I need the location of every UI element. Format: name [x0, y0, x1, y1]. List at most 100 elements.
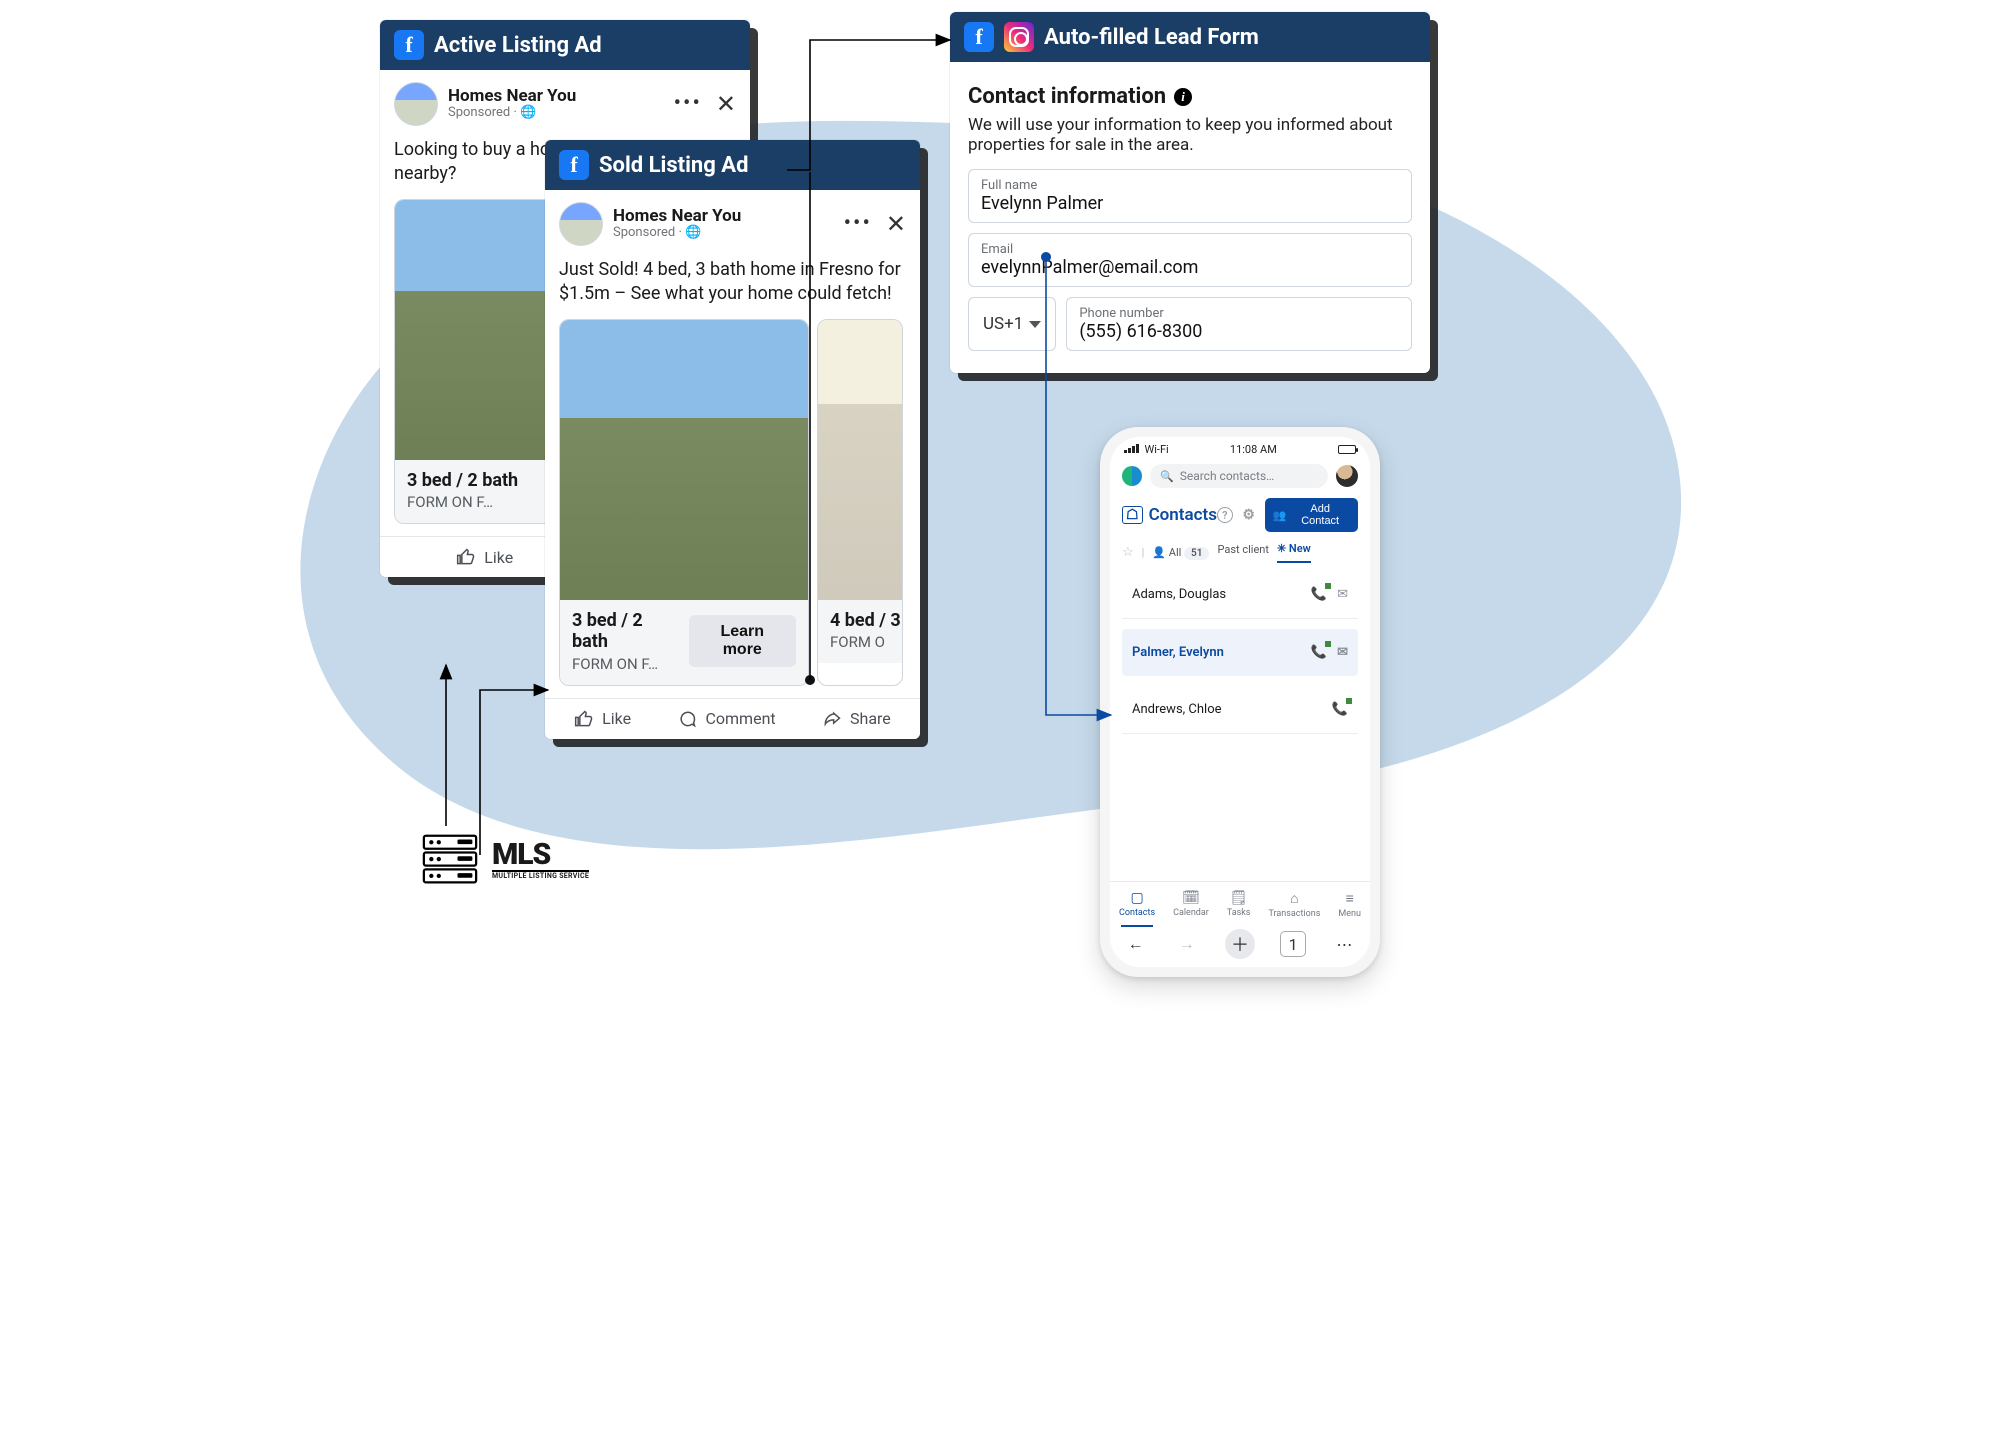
- info-icon[interactable]: i: [1174, 88, 1192, 106]
- email-field[interactable]: Email evelynnPalmer@email.com: [968, 233, 1412, 287]
- field-label: Full name: [981, 178, 1399, 193]
- phone-icon[interactable]: 📞: [1311, 645, 1327, 660]
- add-contact-button[interactable]: 👥 Add Contact: [1265, 498, 1358, 532]
- field-value: (555) 616-8300: [1079, 321, 1399, 342]
- panel-header: f Auto-filled Lead Form: [950, 12, 1430, 62]
- contact-row[interactable]: Andrews, Chloe📞: [1122, 686, 1358, 734]
- filter-past-client[interactable]: Past client: [1217, 543, 1268, 562]
- thumbs-up-icon: [456, 547, 476, 567]
- facebook-icon: f: [559, 150, 589, 180]
- app-logo-icon: [1122, 466, 1142, 486]
- back-button[interactable]: ←: [1123, 931, 1149, 957]
- menu-tab-icon: ≡: [1346, 890, 1354, 907]
- listing-title: 3 bed / 2 bath: [572, 610, 679, 653]
- field-value: Evelynn Palmer: [981, 193, 1399, 214]
- learn-more-button[interactable]: Learn more: [689, 615, 797, 667]
- search-icon: [1160, 469, 1174, 483]
- share-icon: [822, 709, 842, 729]
- field-label: Email: [981, 242, 1399, 257]
- browser-nav: ← → ＋ 1 ⋯: [1110, 923, 1370, 967]
- field-label: Phone number: [1079, 306, 1399, 321]
- contacts-icon: ☖: [1122, 506, 1143, 524]
- listing-title: 3 bed / 2 bath: [407, 470, 518, 492]
- signal-icon: [1124, 444, 1139, 453]
- panel-title: Auto-filled Lead Form: [1044, 25, 1259, 50]
- mls-source: MLS MULTIPLE LISTING SERVICE: [420, 832, 589, 888]
- lead-form-panel: f Auto-filled Lead Form Contact informat…: [950, 12, 1430, 373]
- tab-transactions[interactable]: ⌂Transactions: [1266, 888, 1322, 921]
- server-icon: [420, 832, 480, 888]
- help-icon[interactable]: ?: [1217, 507, 1233, 523]
- tasks-tab-icon: 🗒: [1230, 890, 1248, 906]
- user-avatar[interactable]: [1336, 465, 1358, 487]
- contacts-tab-icon: ▢: [1130, 890, 1143, 906]
- panel-title: Active Listing Ad: [434, 33, 602, 58]
- search-input[interactable]: Search contacts…: [1150, 464, 1328, 488]
- new-tab-button[interactable]: ＋: [1225, 929, 1255, 959]
- panel-header: f Sold Listing Ad: [545, 140, 920, 190]
- filter-new[interactable]: ✳ New: [1277, 542, 1311, 563]
- tab-calendar[interactable]: 🗓Calendar: [1171, 888, 1211, 921]
- star-icon[interactable]: ☆: [1122, 545, 1134, 560]
- listing-card[interactable]: 3 bed / 2 bath FORM ON F… Learn more: [559, 319, 809, 686]
- sparkle-icon: ✳: [1277, 542, 1286, 555]
- tab-contacts[interactable]: ▢Contacts: [1117, 888, 1157, 921]
- listing-sub: FORM ON F…: [572, 655, 679, 673]
- page-name[interactable]: Homes Near You: [613, 207, 834, 227]
- bottom-tabs: ▢Contacts 🗓Calendar 🗒Tasks ⌂Transactions…: [1110, 881, 1370, 923]
- status-bar: Wi-Fi 11:08 AM: [1110, 437, 1370, 458]
- contact-row[interactable]: Palmer, Evelynn 📞 ✉︎: [1122, 629, 1358, 676]
- like-button[interactable]: Like: [456, 547, 513, 567]
- sponsored-label: Sponsored · 🌐: [613, 226, 834, 241]
- mail-icon[interactable]: ✉︎: [1337, 645, 1348, 660]
- full-name-field[interactable]: Full name Evelynn Palmer: [968, 169, 1412, 223]
- country-code-select[interactable]: US+1: [968, 297, 1056, 351]
- caret-down-icon: [1029, 321, 1041, 328]
- panel-title: Sold Listing Ad: [599, 153, 748, 178]
- facebook-icon: f: [394, 30, 424, 60]
- page-avatar: [559, 202, 603, 246]
- like-button[interactable]: Like: [574, 709, 631, 729]
- phone-icon[interactable]: 📞: [1332, 702, 1348, 717]
- page-avatar: [394, 82, 438, 126]
- contact-row[interactable]: Adams, Douglas 📞 ✉︎: [1122, 571, 1358, 619]
- sponsored-label: Sponsored · 🌐: [448, 106, 664, 121]
- tab-tasks[interactable]: 🗒Tasks: [1225, 888, 1253, 921]
- tabs-count[interactable]: 1: [1280, 931, 1306, 957]
- section-title: Contacts: [1149, 505, 1217, 525]
- share-button[interactable]: Share: [822, 709, 891, 729]
- mls-logo-text: MLS: [492, 841, 589, 868]
- battery-icon: [1338, 445, 1356, 454]
- phone-icon[interactable]: 📞: [1311, 587, 1327, 602]
- facebook-icon: f: [964, 22, 994, 52]
- tab-menu[interactable]: ≡Menu: [1336, 888, 1363, 921]
- panel-header: f Active Listing Ad: [380, 20, 750, 70]
- field-value: evelynnPalmer@email.com: [981, 257, 1399, 278]
- listing-photo: [560, 320, 808, 600]
- listing-card[interactable]: 4 bed / 3 bath FORM O: [817, 319, 903, 686]
- mail-icon[interactable]: ✉︎: [1337, 587, 1348, 602]
- comment-button[interactable]: Comment: [677, 709, 775, 729]
- contact-name: Adams, Douglas: [1132, 587, 1226, 602]
- sold-listing-ad-panel: f Sold Listing Ad Homes Near You Sponsor…: [545, 140, 920, 739]
- filter-bar: ☆ | 👤 All 51 Past client ✳ New: [1110, 538, 1370, 565]
- contacts-list: Adams, Douglas 📞 ✉︎ Palmer, Evelynn 📞 ✉︎ Andre…: [1110, 565, 1370, 744]
- form-desc: We will use your information to keep you…: [968, 115, 1412, 155]
- transactions-tab-icon: ⌂: [1290, 890, 1298, 907]
- overflow-button[interactable]: ⋯: [1331, 931, 1357, 957]
- contact-name: Palmer, Evelynn: [1132, 645, 1224, 660]
- filter-all[interactable]: 👤 All 51: [1152, 546, 1209, 559]
- phone-field[interactable]: Phone number (555) 616-8300: [1066, 297, 1412, 351]
- post-body: Just Sold! 4 bed, 3 bath home in Fresno …: [545, 258, 920, 319]
- thumbs-up-icon: [574, 709, 594, 729]
- instagram-icon: [1004, 22, 1034, 52]
- calendar-tab-icon: 🗓: [1182, 890, 1200, 906]
- settings-icon[interactable]: ⚙: [1241, 507, 1257, 523]
- page-name[interactable]: Homes Near You: [448, 87, 664, 107]
- clock: 11:08 AM: [1230, 443, 1277, 456]
- forward-button[interactable]: →: [1174, 931, 1200, 957]
- add-contact-icon: 👥: [1273, 509, 1287, 522]
- comment-icon: [677, 709, 697, 729]
- listing-sub: FORM ON F…: [407, 493, 518, 511]
- search-placeholder: Search contacts…: [1180, 469, 1274, 483]
